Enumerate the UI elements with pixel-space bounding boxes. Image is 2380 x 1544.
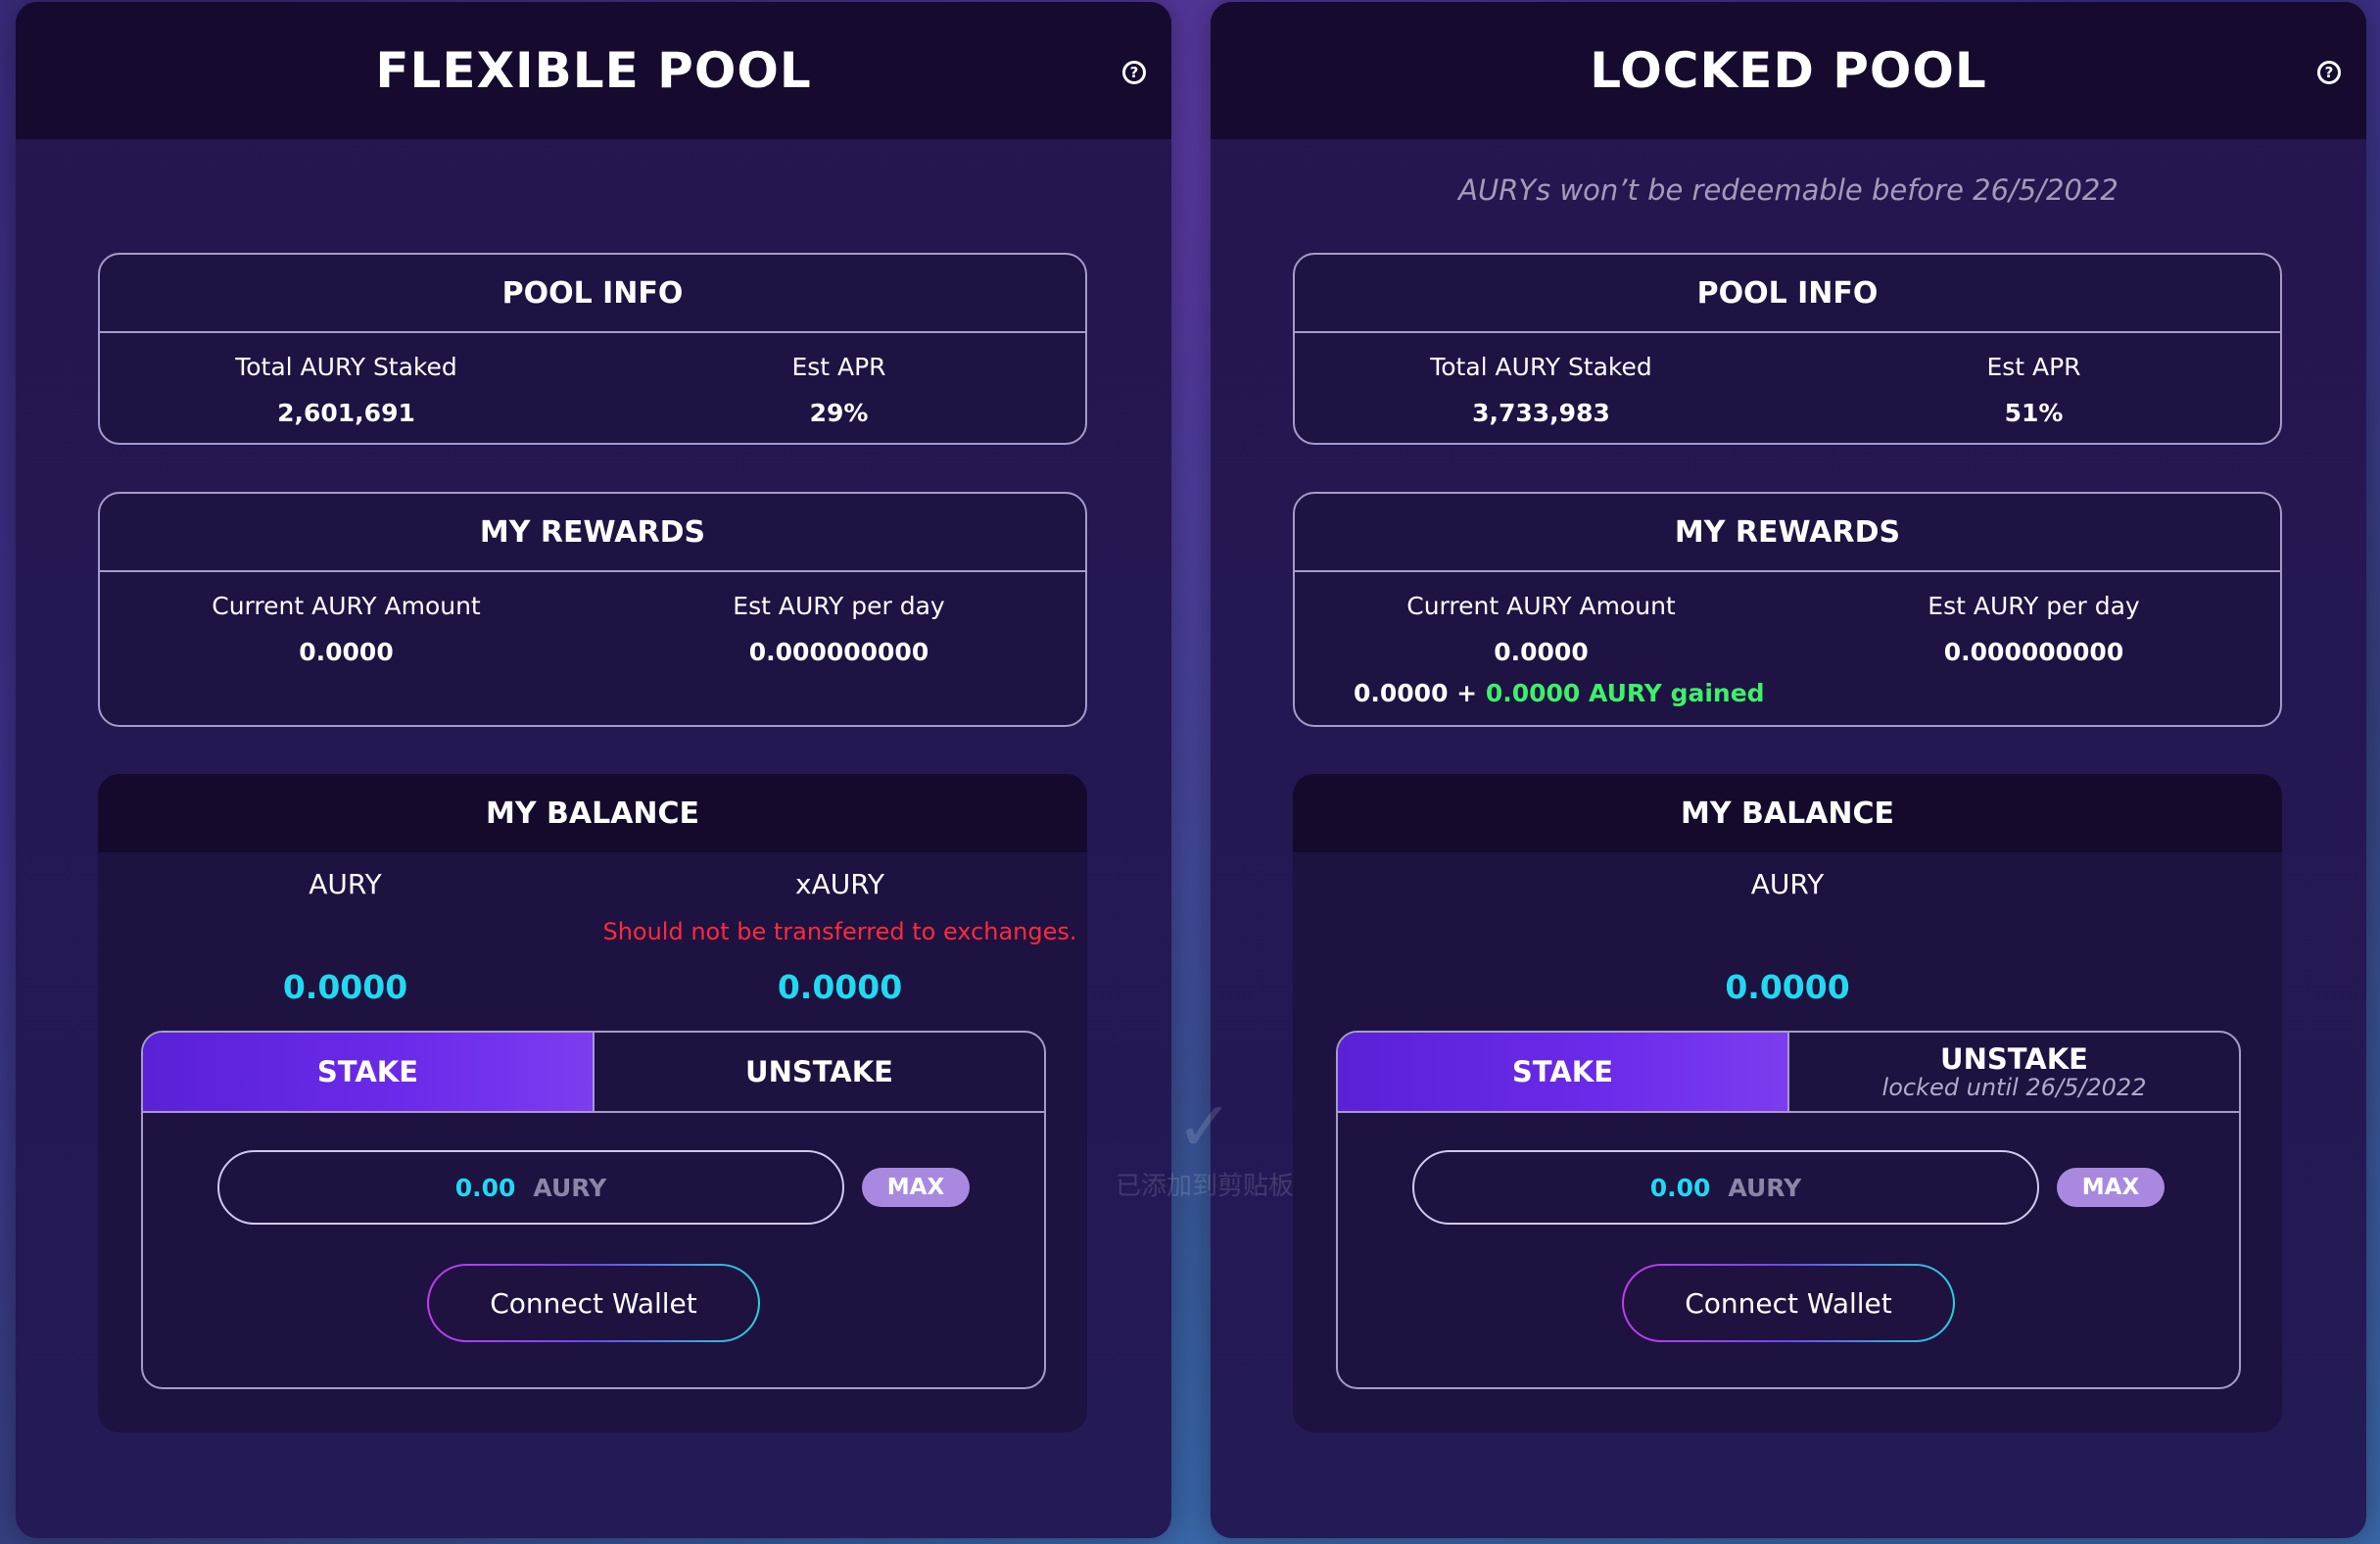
per-day-value: 0.000000000	[1943, 638, 2124, 666]
tab-unstake-label: UNSTAKE	[1940, 1042, 2088, 1076]
stake-tabs: STAKE UNSTAKE locked until 26/5/2022	[1338, 1033, 2239, 1113]
apr-column: Est APR 29%	[593, 333, 1085, 427]
my-rewards-card: MY REWARDS Current AURY Amount 0.0000 Es…	[98, 492, 1087, 727]
per-day-label: Est AURY per day	[733, 592, 945, 620]
my-rewards-header: MY REWARDS	[100, 494, 1085, 572]
clipboard-toast: ✓ 已添加到剪贴板	[1097, 1087, 1312, 1254]
pool-info-card: POOL INFO Total AURY Staked 3,733,983 Es…	[1293, 253, 2282, 445]
my-rewards-header: MY REWARDS	[1295, 494, 2280, 572]
stake-tabs: STAKE UNSTAKE	[143, 1033, 1044, 1113]
check-icon: ✓	[1175, 1086, 1234, 1167]
max-button[interactable]: MAX	[862, 1168, 970, 1207]
stake-box: STAKE UNSTAKE locked until 26/5/2022 0.0…	[1336, 1031, 2241, 1389]
stake-box: STAKE UNSTAKE 0.00 AURY MAX Connect Wall…	[141, 1031, 1046, 1389]
tab-stake-label: STAKE	[1511, 1055, 1614, 1088]
amount-unit: AURY	[533, 1173, 607, 1202]
total-staked-label: Total AURY Staked	[1430, 353, 1652, 381]
amount-value: 0.00	[454, 1173, 516, 1202]
my-balance-card: MY BALANCE AURY 0.0000 STAKE UNSTAKE loc…	[1293, 774, 2282, 1432]
unstake-locked-note: locked until 26/5/2022	[1881, 1074, 2147, 1101]
apr-label: Est APR	[791, 353, 886, 381]
aury-balance-value: 0.0000	[282, 968, 408, 1006]
amount-row: 0.00 AURY MAX	[1412, 1150, 2165, 1225]
locked-pool-panel: LOCKED POOL ? AURYs won’t be redeemable …	[1211, 2, 2366, 1538]
my-rewards-card: MY REWARDS Current AURY Amount 0.0000 Es…	[1293, 492, 2282, 727]
total-staked-label: Total AURY Staked	[235, 353, 457, 381]
apr-value: 29%	[809, 399, 869, 427]
my-balance-header: MY BALANCE	[98, 774, 1087, 852]
amount-value: 0.00	[1649, 1173, 1711, 1202]
connect-wallet-button[interactable]: Connect Wallet	[427, 1264, 760, 1342]
connect-wallet-button[interactable]: Connect Wallet	[1622, 1264, 1955, 1342]
help-icon[interactable]: ?	[2317, 61, 2341, 84]
help-icon[interactable]: ?	[1122, 61, 1146, 84]
flexible-pool-title: FLEXIBLE POOL	[375, 42, 812, 99]
amount-input[interactable]: 0.00 AURY	[1412, 1150, 2039, 1225]
locked-pool-title: LOCKED POOL	[1590, 42, 1987, 99]
aury-balance-label: AURY	[309, 868, 382, 900]
current-amount-label: Current AURY Amount	[212, 592, 481, 620]
my-balance-header: MY BALANCE	[1293, 774, 2282, 852]
flexible-pool-panel: FLEXIBLE POOL ? POOL INFO Total AURY Sta…	[16, 2, 1171, 1538]
apr-label: Est APR	[1986, 353, 2081, 381]
tab-stake-label: STAKE	[316, 1055, 419, 1088]
amount-unit: AURY	[1728, 1173, 1802, 1202]
tab-unstake-label: UNSTAKE	[745, 1055, 893, 1088]
tab-unstake[interactable]: UNSTAKE locked until 26/5/2022	[1787, 1033, 2239, 1111]
total-staked-value: 3,733,983	[1472, 399, 1610, 427]
amount-input[interactable]: 0.00 AURY	[217, 1150, 844, 1225]
gain-green-text: 0.0000 AURY gained	[1485, 679, 1765, 707]
per-day-label: Est AURY per day	[1928, 592, 2140, 620]
total-staked-column: Total AURY Staked 2,601,691	[100, 333, 593, 427]
aury-balance-value: 0.0000	[1725, 968, 1850, 1006]
xaury-balance-label: xAURY	[795, 868, 884, 900]
total-staked-column: Total AURY Staked 3,733,983	[1295, 333, 1787, 427]
clipboard-toast-text: 已添加到剪贴板	[1115, 1172, 1294, 1201]
total-staked-value: 2,601,691	[277, 399, 415, 427]
locked-pool-header: LOCKED POOL ?	[1211, 2, 2366, 139]
gain-base-text: 0.0000 +	[1354, 679, 1486, 707]
xaury-balance-value: 0.0000	[777, 968, 903, 1006]
tab-unstake[interactable]: UNSTAKE	[593, 1033, 1044, 1111]
flexible-pool-header: FLEXIBLE POOL ?	[16, 2, 1171, 139]
apr-column: Est APR 51%	[1787, 333, 2280, 427]
aury-balance-column: AURY 0.0000	[98, 852, 593, 1006]
aury-balance-label: AURY	[1750, 868, 1825, 900]
max-button[interactable]: MAX	[2057, 1168, 2165, 1207]
aury-balance-column: AURY 0.0000	[1293, 852, 2282, 1006]
lock-notice: AURYs won’t be redeemable before 26/5/20…	[1458, 173, 2118, 207]
current-amount-column: Current AURY Amount 0.0000	[100, 572, 593, 666]
per-day-value: 0.000000000	[748, 638, 929, 666]
my-balance-card: MY BALANCE AURY 0.0000 xAURY Should not …	[98, 774, 1087, 1432]
tab-stake[interactable]: STAKE	[143, 1033, 593, 1111]
pool-info-header: POOL INFO	[1295, 255, 2280, 333]
per-day-column: Est AURY per day 0.000000000	[1787, 572, 2280, 666]
xaury-balance-column: xAURY Should not be transferred to excha…	[593, 852, 1087, 1006]
xaury-warning: Should not be transferred to exchanges.	[602, 918, 1077, 945]
current-amount-value: 0.0000	[1494, 638, 1589, 666]
pool-info-header: POOL INFO	[100, 255, 1085, 333]
rewards-gain-line: 0.0000 + 0.0000 AURY gained	[1354, 679, 1765, 707]
current-amount-value: 0.0000	[299, 638, 394, 666]
per-day-column: Est AURY per day 0.000000000	[593, 572, 1085, 666]
pool-info-card: POOL INFO Total AURY Staked 2,601,691 Es…	[98, 253, 1087, 445]
tab-stake[interactable]: STAKE	[1338, 1033, 1787, 1111]
current-amount-label: Current AURY Amount	[1406, 592, 1676, 620]
current-amount-column: Current AURY Amount 0.0000	[1295, 572, 1787, 666]
apr-value: 51%	[2004, 399, 2064, 427]
amount-row: 0.00 AURY MAX	[217, 1150, 970, 1225]
